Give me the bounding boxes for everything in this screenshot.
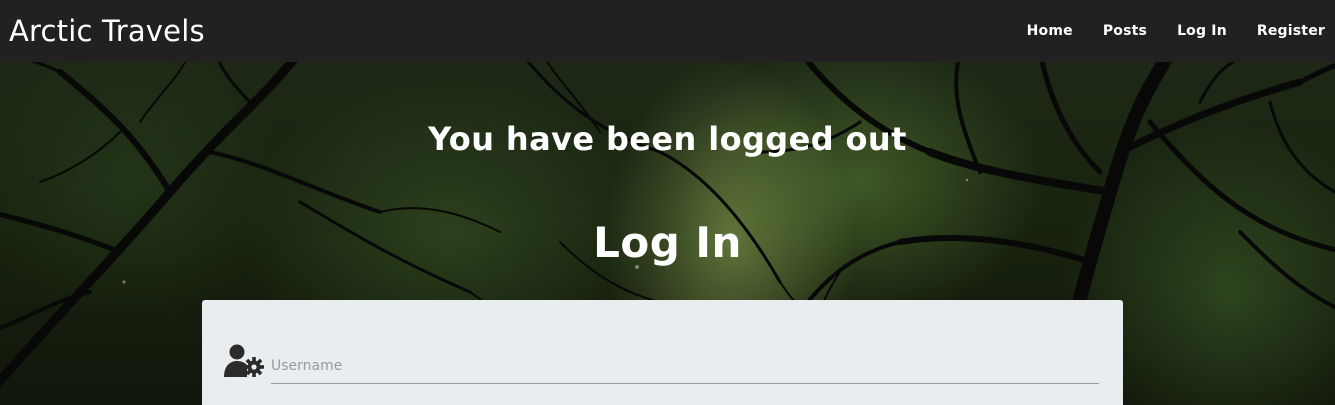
navbar: Arctic Travels Home Posts Log In Registe…	[0, 0, 1335, 62]
user-cog-icon	[224, 344, 266, 378]
brand-logo-link[interactable]: Arctic Travels	[9, 14, 205, 48]
logout-message: You have been logged out	[428, 120, 907, 158]
nav-link-home[interactable]: Home	[1027, 23, 1073, 39]
nav-link-posts[interactable]: Posts	[1103, 23, 1147, 39]
nav-links: Home Posts Log In Register	[997, 23, 1325, 39]
login-card	[202, 300, 1123, 405]
nav-link-login[interactable]: Log In	[1177, 23, 1227, 39]
nav-link-register[interactable]: Register	[1257, 23, 1325, 39]
username-field-row	[224, 344, 1100, 386]
page-title: Log In	[593, 218, 742, 267]
username-input[interactable]	[271, 348, 1099, 384]
page: Arctic Travels Home Posts Log In Registe…	[0, 0, 1335, 405]
